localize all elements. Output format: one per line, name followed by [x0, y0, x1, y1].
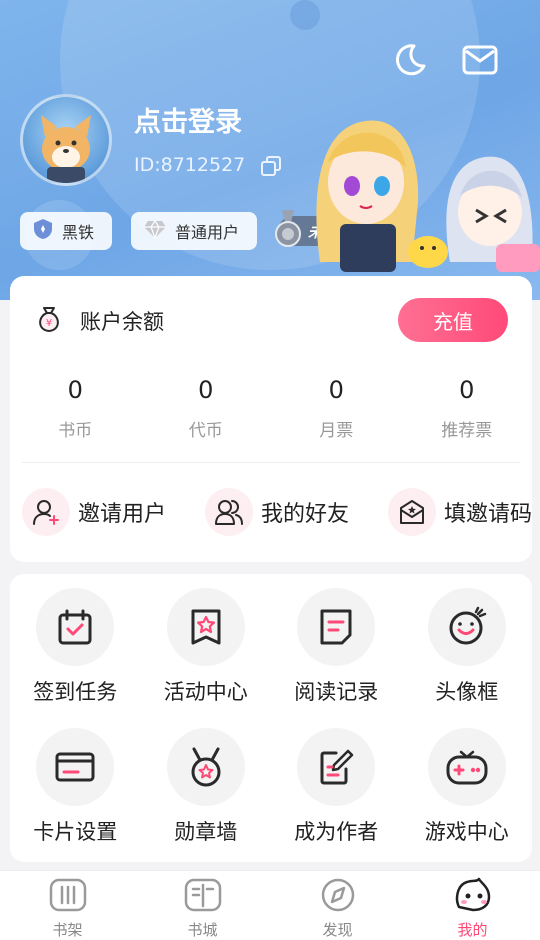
checkin-tasks-button[interactable]: 签到任务	[10, 588, 141, 706]
copy-icon[interactable]	[260, 155, 282, 181]
divider	[22, 462, 520, 463]
header-decoration	[290, 0, 320, 30]
feature-label: 游戏中心	[424, 820, 509, 844]
stat-value: 0	[198, 376, 214, 404]
tab-label: 书架	[52, 921, 83, 939]
profile-header: 点击登录 ID:8712527 黑铁 普通用户 未开通	[0, 0, 540, 300]
login-link[interactable]: 点击登录	[134, 100, 242, 139]
medal-icon	[166, 728, 245, 806]
social-label: 填邀请码	[443, 502, 532, 527]
tab-label: 书城	[187, 921, 218, 939]
avatar-frame-button[interactable]: 头像框	[402, 588, 533, 706]
user-type-label: 普通用户	[175, 223, 240, 242]
svg-text:¥: ¥	[46, 318, 52, 329]
avatar[interactable]	[20, 94, 112, 186]
feature-label: 勋章墙	[174, 820, 238, 844]
invite-user-button[interactable]: 邀请用户	[22, 488, 166, 536]
stat-label: 书币	[58, 421, 93, 441]
stat-tokens[interactable]: 0 代币	[141, 376, 272, 441]
social-label: 我的好友	[260, 502, 349, 527]
tab-discover[interactable]: 发现	[270, 871, 405, 940]
money-bag-icon: ¥	[34, 304, 64, 338]
stat-recommend-tickets[interactable]: 0 推荐票	[402, 376, 533, 441]
feature-label: 活动中心	[163, 680, 248, 704]
tab-bookshelf[interactable]: 书架	[0, 871, 135, 940]
user-type-badge[interactable]: 普通用户	[131, 212, 257, 250]
feature-label: 卡片设置	[33, 820, 118, 844]
invite-code-button[interactable]: 填邀请码	[387, 488, 532, 536]
star-bookmark-icon	[166, 588, 245, 666]
level-badge-label: 黑铁	[62, 223, 95, 242]
stat-value: 0	[459, 376, 475, 404]
stat-value: 0	[328, 376, 344, 404]
account-balance-title: 账户余额	[80, 310, 164, 334]
compass-icon	[318, 877, 358, 917]
stat-label: 月票	[319, 421, 354, 441]
social-label: 邀请用户	[78, 502, 167, 527]
add-user-icon	[22, 488, 70, 536]
calendar-check-icon	[36, 588, 115, 666]
diamond-icon	[143, 219, 167, 243]
card-settings-button[interactable]: 卡片设置	[10, 728, 141, 846]
feature-label: 阅读记录	[294, 680, 379, 704]
stat-label: 代币	[188, 421, 223, 441]
reading-record-icon	[297, 588, 376, 666]
mail-icon[interactable]	[460, 40, 500, 80]
feature-label: 成为作者	[294, 820, 379, 844]
book-icon	[183, 877, 223, 917]
medal-icon	[274, 210, 302, 250]
tab-profile[interactable]: 我的	[405, 871, 540, 940]
stat-book-coins[interactable]: 0 书币	[10, 376, 141, 441]
become-author-button[interactable]: 成为作者	[271, 728, 402, 846]
tab-bookstore[interactable]: 书城	[135, 871, 270, 940]
my-friends-button[interactable]: 我的好友	[204, 488, 349, 536]
tab-label: 发现	[322, 921, 353, 939]
reading-history-button[interactable]: 阅读记录	[271, 588, 402, 706]
invite-code-icon	[387, 488, 436, 536]
features-card: 签到任务 活动中心 阅读记录 头像框 卡片设置 勋章墙 成为作者 游戏中心	[10, 574, 532, 862]
game-center-button[interactable]: 游戏中心	[402, 728, 533, 846]
level-badge[interactable]: 黑铁	[20, 212, 112, 250]
stat-label: 推荐票	[441, 421, 493, 441]
activity-center-button[interactable]: 活动中心	[141, 588, 272, 706]
stat-value: 0	[67, 376, 83, 404]
bookshelf-icon	[48, 877, 88, 917]
medal-wall-button[interactable]: 勋章墙	[141, 728, 272, 846]
card-icon	[36, 728, 115, 806]
tab-label: 我的	[457, 921, 488, 939]
friends-icon	[204, 488, 253, 536]
mascot-icon	[453, 877, 493, 917]
smiley-icon	[427, 588, 506, 666]
feature-label: 签到任务	[33, 680, 118, 704]
anime-characters-illustration	[316, 120, 540, 272]
recharge-button[interactable]: 充值	[398, 298, 508, 342]
user-id: ID:8712527	[134, 154, 246, 176]
shield-icon	[32, 218, 54, 244]
moon-icon[interactable]	[390, 40, 430, 80]
gamepad-icon	[427, 728, 506, 806]
feature-label: 头像框	[435, 680, 499, 704]
account-card: ¥ 账户余额 充值 0 书币 0 代币 0 月票 0 推荐票 邀请用户 我的好友…	[10, 276, 532, 562]
bottom-tab-bar: 书架 书城 发现 我的	[0, 870, 540, 940]
stat-monthly-tickets[interactable]: 0 月票	[271, 376, 402, 441]
edit-icon	[297, 728, 376, 806]
